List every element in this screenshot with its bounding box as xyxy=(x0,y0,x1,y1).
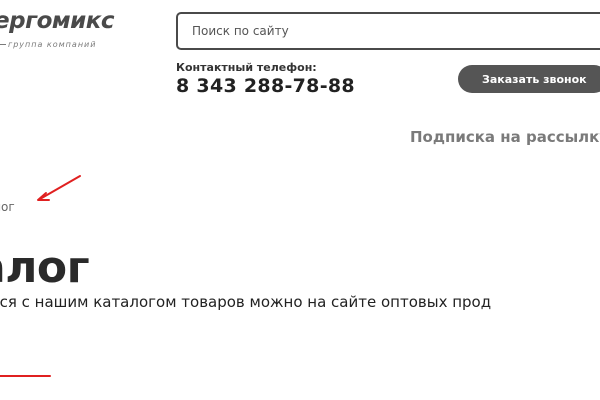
logo-line xyxy=(0,44,6,45)
contact-phone-label: Контактный телефон: xyxy=(176,61,317,74)
company-logo[interactable]: ергомикс группа компаний xyxy=(0,2,144,52)
annotation-arrow-head xyxy=(37,192,50,201)
subscribe-link[interactable]: Подписка на рассылку xyxy=(410,128,600,146)
search-input[interactable] xyxy=(176,12,600,50)
annotation-arrow-breadcrumb xyxy=(37,175,81,201)
callback-button[interactable]: Заказать звонок xyxy=(458,65,600,93)
logo-tagline: группа компаний xyxy=(8,40,97,49)
annotation-overlay xyxy=(0,175,81,377)
breadcrumb-current[interactable]: алог xyxy=(0,200,15,214)
page: ергомикс группа компаний Контактный теле… xyxy=(0,0,600,400)
page-intro-text: ться с нашим каталогом товаров можно на … xyxy=(0,293,492,311)
page-title: алог xyxy=(0,242,90,293)
contact-phone-number[interactable]: 8 343 288-78-88 xyxy=(176,75,355,97)
logo-name: ергомикс xyxy=(0,8,115,34)
annotation-arrow-line xyxy=(39,175,81,200)
